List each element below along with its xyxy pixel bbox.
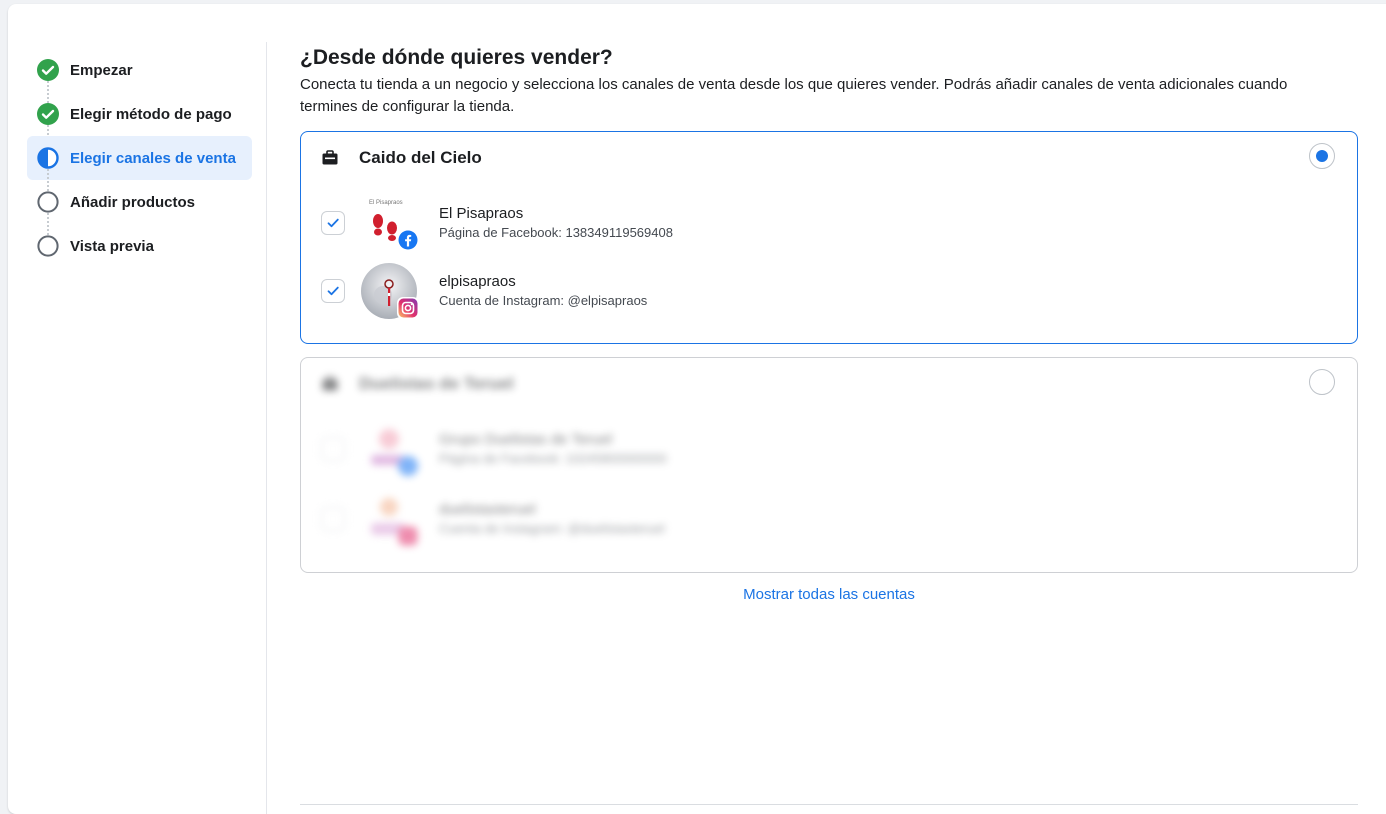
account-text: Grupo Duelistas de Teruel Página de Face… [439,430,667,468]
setup-stepper: Empezar Elegir método de pago Elegir can… [27,48,252,268]
checkmark-icon [327,218,339,228]
account-name: Grupo Duelistas de Teruel [439,431,613,448]
page-description: Conecta tu tienda a un negocio y selecci… [300,76,1288,115]
avatar [361,421,418,477]
business-radio-unselected[interactable] [1309,369,1335,395]
briefcase-icon [322,150,338,165]
step-label: Vista previa [70,237,154,255]
business-card-other[interactable]: Duelistas de Teruel Grupo Duelistas de T… [300,357,1358,573]
step-label: Añadir productos [70,193,196,211]
step-elegir-canales-de-venta[interactable]: Elegir canales de venta [27,136,252,191]
account-row-instagram[interactable]: elpisapraos Cuenta de Instagram: @elpisa… [321,262,647,320]
account-row-facebook[interactable]: El Pisapraos El Pisapraos Página de Face… [321,194,673,252]
business-card-selected[interactable]: Caido del Cielo El Pisapraos El Pisaprao… [300,131,1358,344]
briefcase-icon [322,376,338,391]
empty-circle-icon [37,235,59,257]
half-circle-progress-icon [37,147,59,169]
step-label: Empezar [70,61,133,79]
facebook-icon [398,456,418,476]
avatar: El Pisapraos [361,195,419,251]
step-anadir-productos[interactable]: Añadir productos [27,180,252,235]
account-subtitle: Cuenta de Instagram: @duelistasteruel [439,521,665,536]
account-checkbox[interactable] [321,279,345,303]
step-empezar[interactable]: Empezar [27,48,252,103]
account-text: El Pisapraos Página de Facebook: 1383491… [439,204,673,242]
step-vista-previa[interactable]: Vista previa [27,224,252,268]
account-text: elpisapraos Cuenta de Instagram: @elpisa… [439,272,647,310]
account-text: duelistasteruel Cuenta de Instagram: @du… [439,500,665,538]
business-header: Caido del Cielo [321,146,482,170]
account-subtitle: Página de Facebook: 138349119569408 [439,225,673,240]
instagram-icon [397,297,419,319]
account-row-instagram[interactable]: duelistasteruel Cuenta de Instagram: @du… [321,490,665,548]
instagram-icon [398,526,418,546]
step-label: Elegir método de pago [70,105,232,123]
main-content: ¿Desde dónde quieres vender? Conecta tu … [300,44,1360,118]
business-radio-selected[interactable] [1309,143,1335,169]
setup-dialog: Empezar Elegir método de pago Elegir can… [8,4,1386,814]
account-name: El Pisapraos [439,205,524,222]
account-row-facebook[interactable]: Grupo Duelistas de Teruel Página de Face… [321,420,667,478]
account-subtitle: Cuenta de Instagram: @elpisapraos [439,293,648,308]
check-circle-icon [37,103,59,125]
account-name: duelistasteruel [439,501,536,518]
business-name: Duelistas de Teruel [359,374,514,393]
avatar-caption: El Pisapraos [369,200,403,206]
account-checkbox[interactable] [321,211,345,235]
business-name: Caido del Cielo [359,148,482,167]
step-elegir-metodo-de-pago[interactable]: Elegir método de pago [27,92,252,147]
business-header: Duelistas de Teruel [321,372,514,396]
page-title: ¿Desde dónde quieres vender? [300,46,613,69]
account-subtitle: Página de Facebook: 10245800000000 [439,451,667,466]
sidebar-divider [266,42,267,814]
account-checkbox[interactable] [321,507,345,531]
show-all-accounts-link[interactable]: Mostrar todas las cuentas [300,586,1358,603]
check-circle-icon [37,59,59,81]
facebook-icon [397,229,419,251]
radio-dot [1316,150,1328,162]
avatar [361,263,419,319]
step-label: Elegir canales de venta [70,149,236,167]
avatar [361,491,418,547]
account-checkbox[interactable] [321,437,345,461]
empty-circle-icon [37,191,59,213]
account-name: elpisapraos [439,273,516,290]
checkmark-icon [327,286,339,296]
